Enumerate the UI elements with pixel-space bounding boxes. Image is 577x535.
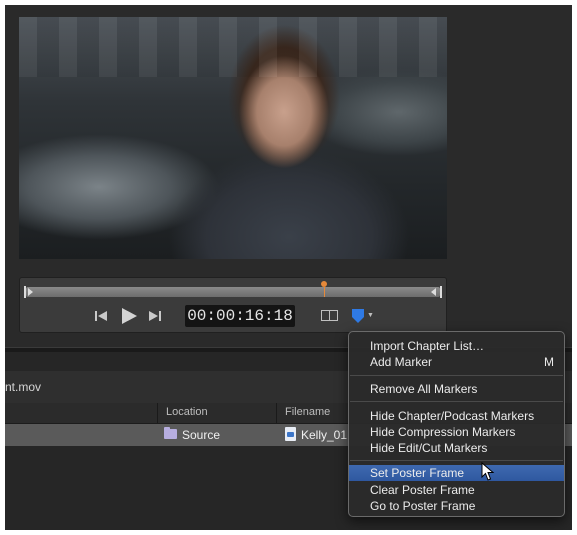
file-name: nt.mov: [5, 380, 42, 394]
go-to-start-icon[interactable]: [94, 309, 108, 325]
menu-item-clear-poster-frame[interactable]: Clear Poster Frame: [349, 482, 564, 498]
menu-item-set-poster-frame[interactable]: Set Poster Frame: [349, 465, 564, 481]
play-icon[interactable]: [120, 307, 138, 327]
menu-separator: [350, 401, 563, 402]
menu-item-label: Clear Poster Frame: [370, 483, 475, 497]
timecode-display: 00:00:16:18: [185, 305, 295, 327]
in-point-icon: [28, 288, 33, 296]
video-background: [19, 17, 447, 77]
menu-item-shortcut: M: [544, 355, 554, 369]
row-filename: Kelly_01: [301, 428, 348, 442]
menu-item-label: Hide Compression Markers: [370, 425, 516, 439]
playhead-line: [324, 287, 325, 297]
column-divider[interactable]: [157, 403, 158, 423]
menu-item-label: Set Poster Frame: [370, 466, 465, 480]
menu-item-hide-chapter-podcast-markers[interactable]: Hide Chapter/Podcast Markers: [349, 408, 564, 424]
in-point-handle[interactable]: [24, 286, 26, 298]
menu-item-label: Hide Chapter/Podcast Markers: [370, 409, 535, 423]
player-controls: 00:00:16:18 ▼: [19, 277, 447, 333]
menu-separator: [350, 460, 563, 461]
menu-item-label: Go to Poster Frame: [370, 499, 476, 513]
menu-item-remove-all-markers[interactable]: Remove All Markers: [349, 381, 564, 397]
mouse-pointer-icon: [481, 461, 495, 482]
row-location: Source: [182, 428, 221, 442]
column-header-filename[interactable]: Filename: [285, 406, 330, 418]
menu-item-hide-compression-markers[interactable]: Hide Compression Markers: [349, 424, 564, 440]
menu-item-label: Import Chapter List…: [370, 339, 485, 353]
folder-icon: [164, 427, 177, 439]
marker-menu: Import Chapter List… Add Marker M Remove…: [348, 331, 565, 517]
out-point-icon: [431, 288, 436, 296]
menu-item-add-marker[interactable]: Add Marker M: [349, 354, 564, 370]
video-preview[interactable]: [19, 17, 447, 259]
split-view-icon[interactable]: [321, 310, 338, 321]
movie-file-icon: [285, 427, 296, 441]
column-divider[interactable]: [276, 403, 277, 423]
menu-item-label: Hide Edit/Cut Markers: [370, 441, 488, 455]
menu-item-label: Add Marker: [370, 355, 433, 369]
scrubber-bar[interactable]: [24, 281, 442, 298]
menu-separator: [350, 375, 563, 376]
go-to-end-icon[interactable]: [148, 309, 162, 325]
menu-item-label: Remove All Markers: [370, 382, 478, 396]
playhead[interactable]: [321, 281, 327, 287]
out-point-handle[interactable]: [440, 286, 442, 298]
app-window: 00:00:16:18 ▼ nt.mov Location Filename S…: [5, 5, 572, 530]
menu-item-hide-edit-cut-markers[interactable]: Hide Edit/Cut Markers: [349, 440, 564, 456]
chevron-down-icon[interactable]: ▼: [367, 312, 374, 319]
menu-item-go-to-poster-frame[interactable]: Go to Poster Frame: [349, 498, 564, 514]
menu-item-import-chapter-list[interactable]: Import Chapter List…: [349, 338, 564, 354]
chapter-marker-icon[interactable]: [352, 309, 364, 323]
column-header-location[interactable]: Location: [166, 406, 208, 418]
